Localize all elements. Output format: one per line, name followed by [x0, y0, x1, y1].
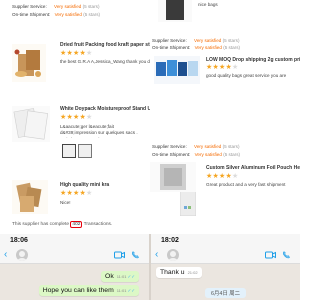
star-rating: ★★★★★ — [60, 49, 92, 57]
message-time: 11:01 — [116, 274, 127, 279]
reviews-column-right: nice bags Supplier Service: Very satisfi… — [150, 0, 300, 234]
chat-screenshots: 18:06 ‹ Ok 11:01✓✓ Hope you can like them… — [0, 234, 300, 300]
video-call-icon[interactable] — [114, 251, 125, 259]
read-receipt-icon: ✓✓ — [127, 274, 135, 279]
message-bubble[interactable]: Hope you can like them 11:01✓✓ — [38, 285, 139, 296]
phone-call-icon[interactable] — [282, 251, 293, 259]
avatar[interactable] — [16, 249, 28, 261]
kraft-bag-thumbnail — [12, 44, 46, 82]
transactions-count: 402 — [70, 221, 83, 228]
status-time: 18:02 — [161, 237, 179, 244]
rating-count: (5 stars) — [82, 4, 100, 9]
rating-key: Supplier Service: — [12, 4, 47, 9]
review-comment: good quality bags great service you are — [206, 73, 287, 78]
rating-key: On-time Shipment: — [152, 45, 191, 50]
review-comment: the best G.R.A A,Jessica_Wang thank you … — [60, 59, 150, 64]
printed-bags-thumbnail — [154, 56, 200, 84]
back-chevron-icon[interactable]: ‹ — [155, 250, 158, 260]
rating-count: (5 stars) — [223, 45, 241, 50]
foil-pouch-thumbnail — [180, 190, 196, 216]
rating-count: (5 stars) — [222, 38, 240, 43]
star-icon: ★ — [85, 190, 93, 197]
rating-value: Very satisfied — [194, 38, 222, 43]
kraft-mini-bag-thumbnail — [12, 180, 48, 214]
on-time-shipment-row: On-time Shipment: Very satisfied (5 star… — [152, 45, 240, 50]
review-product-title[interactable]: High quality mini kra — [60, 182, 150, 188]
message-text: Thank u — [160, 269, 185, 276]
star-rating: ★★★★★ — [60, 189, 92, 197]
video-call-icon[interactable] — [265, 251, 276, 259]
review-product-title[interactable]: White Doypack Moistureproof Stand Up Pou… — [60, 106, 150, 112]
on-time-shipment-row: On-time Shipment: Very satisfied (5 star… — [152, 152, 240, 157]
reviews-column-left: Supplier Service: Very satisfied (5 star… — [0, 0, 150, 234]
supplier-service-row: Supplier Service: Very satisfied (5 star… — [152, 38, 239, 43]
rating-value: Very satisfied — [194, 144, 222, 149]
star-icon: ★ — [231, 173, 239, 180]
review-item[interactable]: LOW MOQ Drop shipping 2g custom printe ★… — [150, 54, 300, 84]
chat-window-right: 18:02 ‹ Thank u 21:02 6月4日 周二 — [151, 234, 300, 300]
review-comment: L&aacute;ger l&eacute;fait d&#39;impress… — [60, 124, 138, 138]
phone-call-icon[interactable] — [131, 251, 142, 259]
review-item[interactable]: High quality mini kra ★★★★★ Nice! — [0, 176, 150, 216]
status-bar: 18:02 — [151, 234, 300, 247]
review-item[interactable]: Custom Silver Aluminum Foil Pouch Heat S… — [150, 160, 300, 220]
rating-count: (5 stars) — [83, 12, 101, 17]
review-photo[interactable] — [78, 144, 92, 158]
review-item[interactable]: White Doypack Moistureproof Stand Up Pou… — [0, 100, 150, 166]
chat-header: ‹ — [0, 247, 149, 264]
transactions-note: This supplier has complete 402 Transacti… — [12, 221, 113, 228]
rating-key: On-time Shipment: — [152, 152, 191, 157]
star-icon: ★ — [85, 50, 93, 57]
date-separator: 6月4日 周二 — [205, 288, 247, 298]
rating-value: Very satisfied — [194, 152, 222, 157]
back-chevron-icon[interactable]: ‹ — [4, 250, 7, 260]
rating-value: Very satisfied — [54, 12, 82, 17]
review-comment: nice bags — [198, 2, 218, 7]
review-comment: Nice! — [60, 200, 71, 205]
rating-value: Very satisfied — [194, 45, 222, 50]
rating-key: Supplier Service: — [152, 144, 187, 149]
chat-header: ‹ — [151, 247, 300, 264]
supplier-reviews-panel: Supplier Service: Very satisfied (5 star… — [0, 0, 300, 234]
avatar[interactable] — [167, 249, 179, 261]
rating-key: On-time Shipment: — [12, 12, 51, 17]
rating-count: (5 stars) — [222, 144, 240, 149]
white-pouch-thumbnail — [12, 106, 50, 142]
review-product-title[interactable]: Dried fruit Packing food kraft paper sto… — [60, 42, 150, 48]
star-rating: ★★★★★ — [60, 113, 92, 121]
review-comment: Great product and a very fast shipment — [206, 182, 286, 187]
on-time-shipment-row: On-time Shipment: Very satisfied (5 star… — [12, 12, 100, 17]
chat-window-left: 18:06 ‹ Ok 11:01✓✓ Hope you can like them… — [0, 234, 149, 300]
dark-bag-thumbnail — [158, 0, 192, 22]
rating-count: (5 stars) — [223, 152, 241, 157]
review-product-title[interactable]: Custom Silver Aluminum Foil Pouch Heat S… — [206, 165, 300, 171]
read-receipt-icon: ✓✓ — [127, 288, 135, 293]
message-bubble[interactable]: Thank u 21:02 — [156, 267, 202, 278]
star-icon: ★ — [85, 114, 93, 121]
silver-pouch-thumbnail — [150, 162, 196, 192]
message-bubble[interactable]: Ok 11:01✓✓ — [101, 271, 139, 282]
message-time: 21:02 — [187, 270, 198, 275]
screenshot-collage: Supplier Service: Very satisfied (5 star… — [0, 0, 300, 300]
transactions-prefix: This supplier has complete — [12, 222, 70, 227]
supplier-service-row: Supplier Service: Very satisfied (5 star… — [152, 144, 239, 149]
star-rating: ★★★★★ — [206, 63, 238, 71]
star-rating: ★★★★★ — [206, 172, 238, 180]
rating-value: Very satisfied — [54, 4, 82, 9]
message-text: Hope you can like them — [42, 287, 114, 294]
rating-key: Supplier Service: — [152, 38, 187, 43]
status-bar: 18:06 — [0, 234, 149, 247]
message-time: 11:01 — [116, 288, 127, 293]
review-item[interactable]: Dried fruit Packing food kraft paper sto… — [0, 38, 150, 88]
star-icon: ★ — [231, 64, 239, 71]
message-text: Ok — [105, 273, 114, 280]
status-time: 18:06 — [10, 237, 28, 244]
review-photo[interactable] — [62, 144, 76, 158]
supplier-service-row: Supplier Service: Very satisfied (5 star… — [12, 4, 99, 9]
transactions-suffix: Transactions. — [83, 222, 113, 227]
